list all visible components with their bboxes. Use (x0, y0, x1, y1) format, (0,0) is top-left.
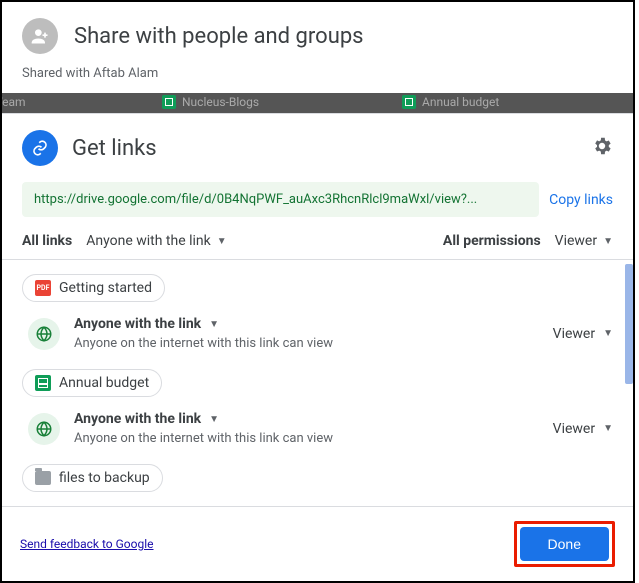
scope-label: Anyone with the link (86, 233, 211, 249)
copy-links-button[interactable]: Copy links (549, 192, 613, 208)
get-links-title: Get links (72, 136, 577, 161)
role-dropdown[interactable]: Viewer ▼ (553, 326, 613, 342)
globe-icon (35, 420, 53, 438)
link-icon (22, 130, 58, 166)
background-strip: tent Team Nucleus-Blogs Annual budget (2, 93, 633, 113)
share-url-box[interactable]: https://drive.google.com/file/d/0B4NqPWF… (22, 182, 539, 217)
links-list: PDF Getting started Anyone with the link… (2, 259, 633, 506)
share-section: Share with people and groups Shared with… (2, 2, 633, 93)
file-name: Annual budget (59, 375, 149, 391)
file-name: Getting started (59, 280, 152, 296)
access-description: Anyone on the internet with this link ca… (74, 431, 553, 446)
file-chip[interactable]: PDF Getting started (22, 274, 165, 302)
chevron-down-icon: ▼ (603, 328, 613, 339)
globe-badge (28, 318, 60, 350)
get-links-section: Get links https://drive.google.com/file/… (2, 113, 633, 259)
file-chip[interactable]: files to backup (22, 464, 163, 492)
done-button[interactable]: Done (520, 527, 609, 561)
role-label: Viewer (553, 326, 595, 342)
role-filter-dropdown[interactable]: Viewer ▼ (555, 233, 613, 249)
role-dropdown[interactable]: Viewer ▼ (553, 421, 613, 437)
globe-icon (35, 325, 53, 343)
bg-tab-label: Annual budget (422, 95, 499, 109)
role-filter-label: Viewer (555, 233, 597, 249)
bg-tab-label: tent Team (2, 95, 26, 109)
folder-icon (35, 471, 51, 485)
done-highlight: Done (514, 521, 615, 567)
file-name: files to backup (59, 470, 150, 486)
file-chip[interactable]: Annual budget (22, 369, 162, 397)
sheet-icon (402, 95, 416, 109)
chevron-down-icon: ▼ (209, 319, 219, 330)
shared-with-text: Shared with Aftab Alam (22, 66, 613, 81)
share-title: Share with people and groups (74, 24, 364, 49)
scrollbar-thumb[interactable] (625, 264, 633, 384)
chevron-down-icon: ▼ (209, 414, 219, 425)
filter-row: All links Anyone with the link ▼ All per… (22, 233, 613, 249)
all-permissions-label: All permissions (443, 233, 541, 249)
chevron-down-icon: ▼ (217, 236, 227, 247)
dialog-footer: Send feedback to Google Done (2, 506, 633, 581)
chevron-down-icon: ▼ (603, 236, 613, 247)
send-feedback-link[interactable]: Send feedback to Google (20, 537, 154, 551)
scope-dropdown[interactable]: Anyone with the link ▼ (86, 233, 226, 249)
all-links-label: All links (22, 233, 72, 249)
access-row: Anyone with the link ▼ Anyone on the int… (22, 306, 613, 365)
sheet-icon (35, 375, 51, 391)
person-add-icon (22, 18, 58, 54)
settings-button[interactable] (591, 135, 613, 161)
sheet-icon (162, 95, 176, 109)
role-label: Viewer (553, 421, 595, 437)
access-row: Anyone with the link ▼ Anyone on the int… (22, 401, 613, 460)
access-scope-dropdown[interactable]: Anyone with the link ▼ (74, 411, 553, 427)
access-scope-dropdown[interactable]: Anyone with the link ▼ (74, 316, 553, 332)
gear-icon (591, 135, 613, 157)
bg-tab-label: Nucleus-Blogs (182, 95, 259, 109)
pdf-icon: PDF (35, 280, 51, 296)
chevron-down-icon: ▼ (603, 423, 613, 434)
access-description: Anyone on the internet with this link ca… (74, 336, 553, 351)
globe-badge (28, 413, 60, 445)
access-title: Anyone with the link (74, 411, 201, 427)
access-title: Anyone with the link (74, 316, 201, 332)
